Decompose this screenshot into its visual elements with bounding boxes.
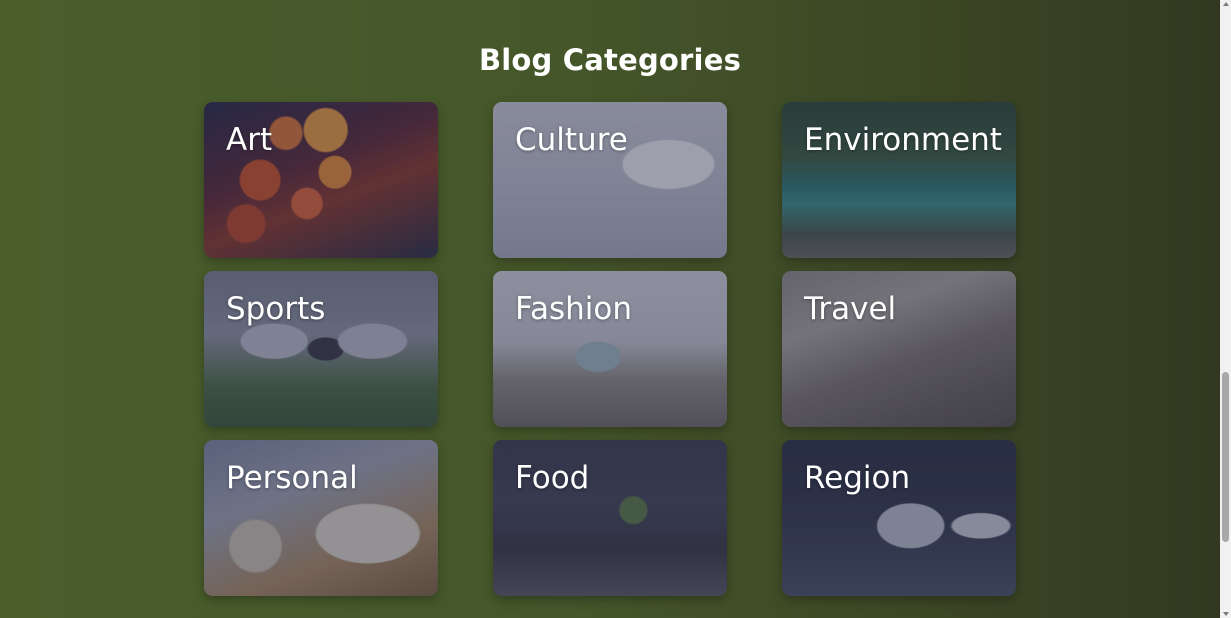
scroll-down-icon[interactable] [1223, 612, 1229, 616]
category-label: Art [226, 122, 273, 158]
category-label: Food [515, 460, 590, 496]
scrollbar-thumb[interactable] [1222, 372, 1229, 542]
page-title: Blog Categories [478, 43, 742, 78]
category-card-culture[interactable]: Culture [493, 102, 727, 258]
category-card-food[interactable]: Food [493, 440, 727, 596]
scroll-up-icon[interactable] [1223, 2, 1229, 6]
category-card-art[interactable]: Art [204, 102, 438, 258]
category-label: Travel [804, 291, 897, 327]
category-card-environment[interactable]: Environment [782, 102, 1016, 258]
category-label: Sports [226, 291, 326, 327]
category-grid: Art Culture Environment Sports Fashion T… [204, 102, 1016, 596]
category-label: Culture [515, 122, 628, 158]
vertical-scrollbar[interactable] [1220, 0, 1231, 618]
category-label: Fashion [515, 291, 633, 327]
category-label: Environment [804, 122, 1002, 158]
category-card-personal[interactable]: Personal [204, 440, 438, 596]
category-label: Personal [226, 460, 358, 496]
category-card-travel[interactable]: Travel [782, 271, 1016, 427]
category-card-region[interactable]: Region [782, 440, 1016, 596]
category-label: Region [804, 460, 911, 496]
category-card-fashion[interactable]: Fashion [493, 271, 727, 427]
category-card-sports[interactable]: Sports [204, 271, 438, 427]
page: { "header": { "title": "Blog Categories"… [0, 0, 1231, 618]
